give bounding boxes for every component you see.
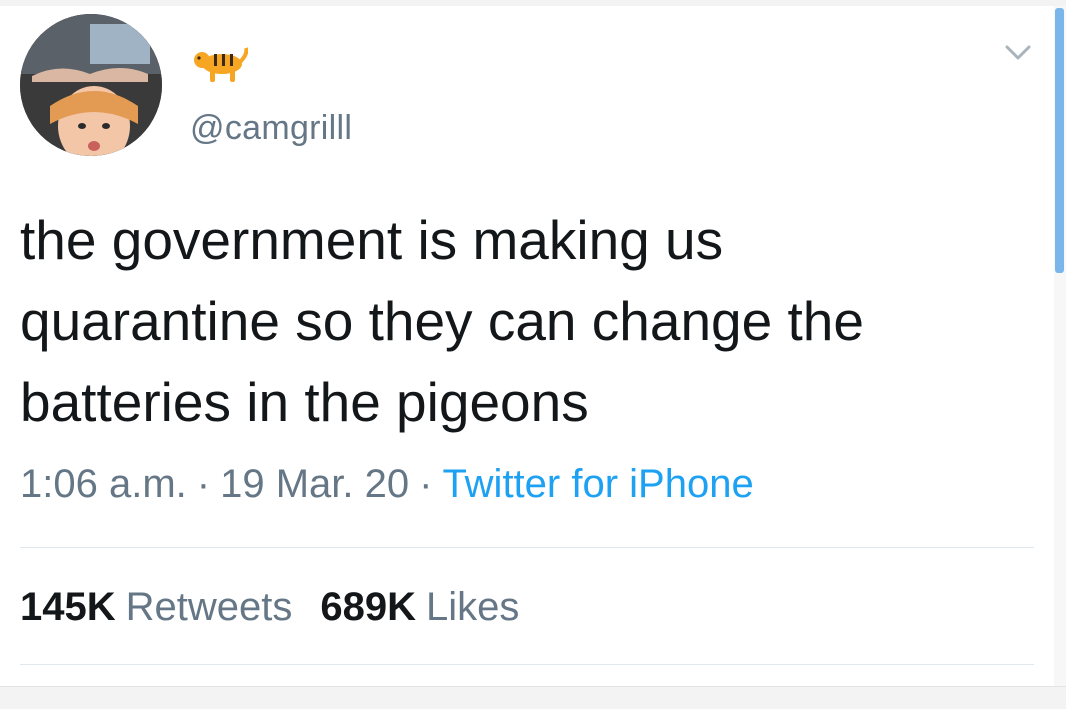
divider bbox=[20, 664, 1034, 665]
retweets-label: Retweets bbox=[125, 585, 293, 629]
meta-separator: · bbox=[419, 462, 433, 506]
tweet-time[interactable]: 1:06 a.m. bbox=[20, 462, 187, 506]
chevron-down-icon[interactable] bbox=[1004, 42, 1032, 64]
avatar[interactable] bbox=[20, 14, 162, 156]
likes-count: 689K bbox=[320, 585, 416, 629]
retweets-count: 145K bbox=[20, 585, 116, 629]
tweet-text: the government is making us quarantine s… bbox=[20, 209, 864, 433]
scrollbar-thumb[interactable] bbox=[1055, 8, 1064, 273]
tweet-stats: 145K Retweets 689K Likes bbox=[20, 585, 547, 630]
user-handle[interactable]: @camgrilll bbox=[190, 109, 352, 148]
meta-separator: · bbox=[196, 462, 211, 506]
retweets-stat[interactable]: 145K Retweets bbox=[20, 585, 292, 629]
tweet-card: @camgrilll the government is making us q… bbox=[0, 0, 1066, 709]
likes-label: Likes bbox=[426, 585, 520, 629]
tweet-source-link[interactable]: Twitter for iPhone bbox=[442, 462, 753, 506]
tweet-date[interactable]: 19 Mar. 20 bbox=[220, 462, 409, 506]
tweet-meta: 1:06 a.m. · 19 Mar. 20 · Twitter for iPhone bbox=[20, 462, 754, 507]
top-edge bbox=[0, 0, 1066, 6]
bottom-edge bbox=[0, 686, 1066, 709]
tiger-emoji-icon bbox=[192, 44, 249, 84]
likes-stat[interactable]: 689K Likes bbox=[320, 585, 519, 629]
divider bbox=[20, 547, 1034, 548]
